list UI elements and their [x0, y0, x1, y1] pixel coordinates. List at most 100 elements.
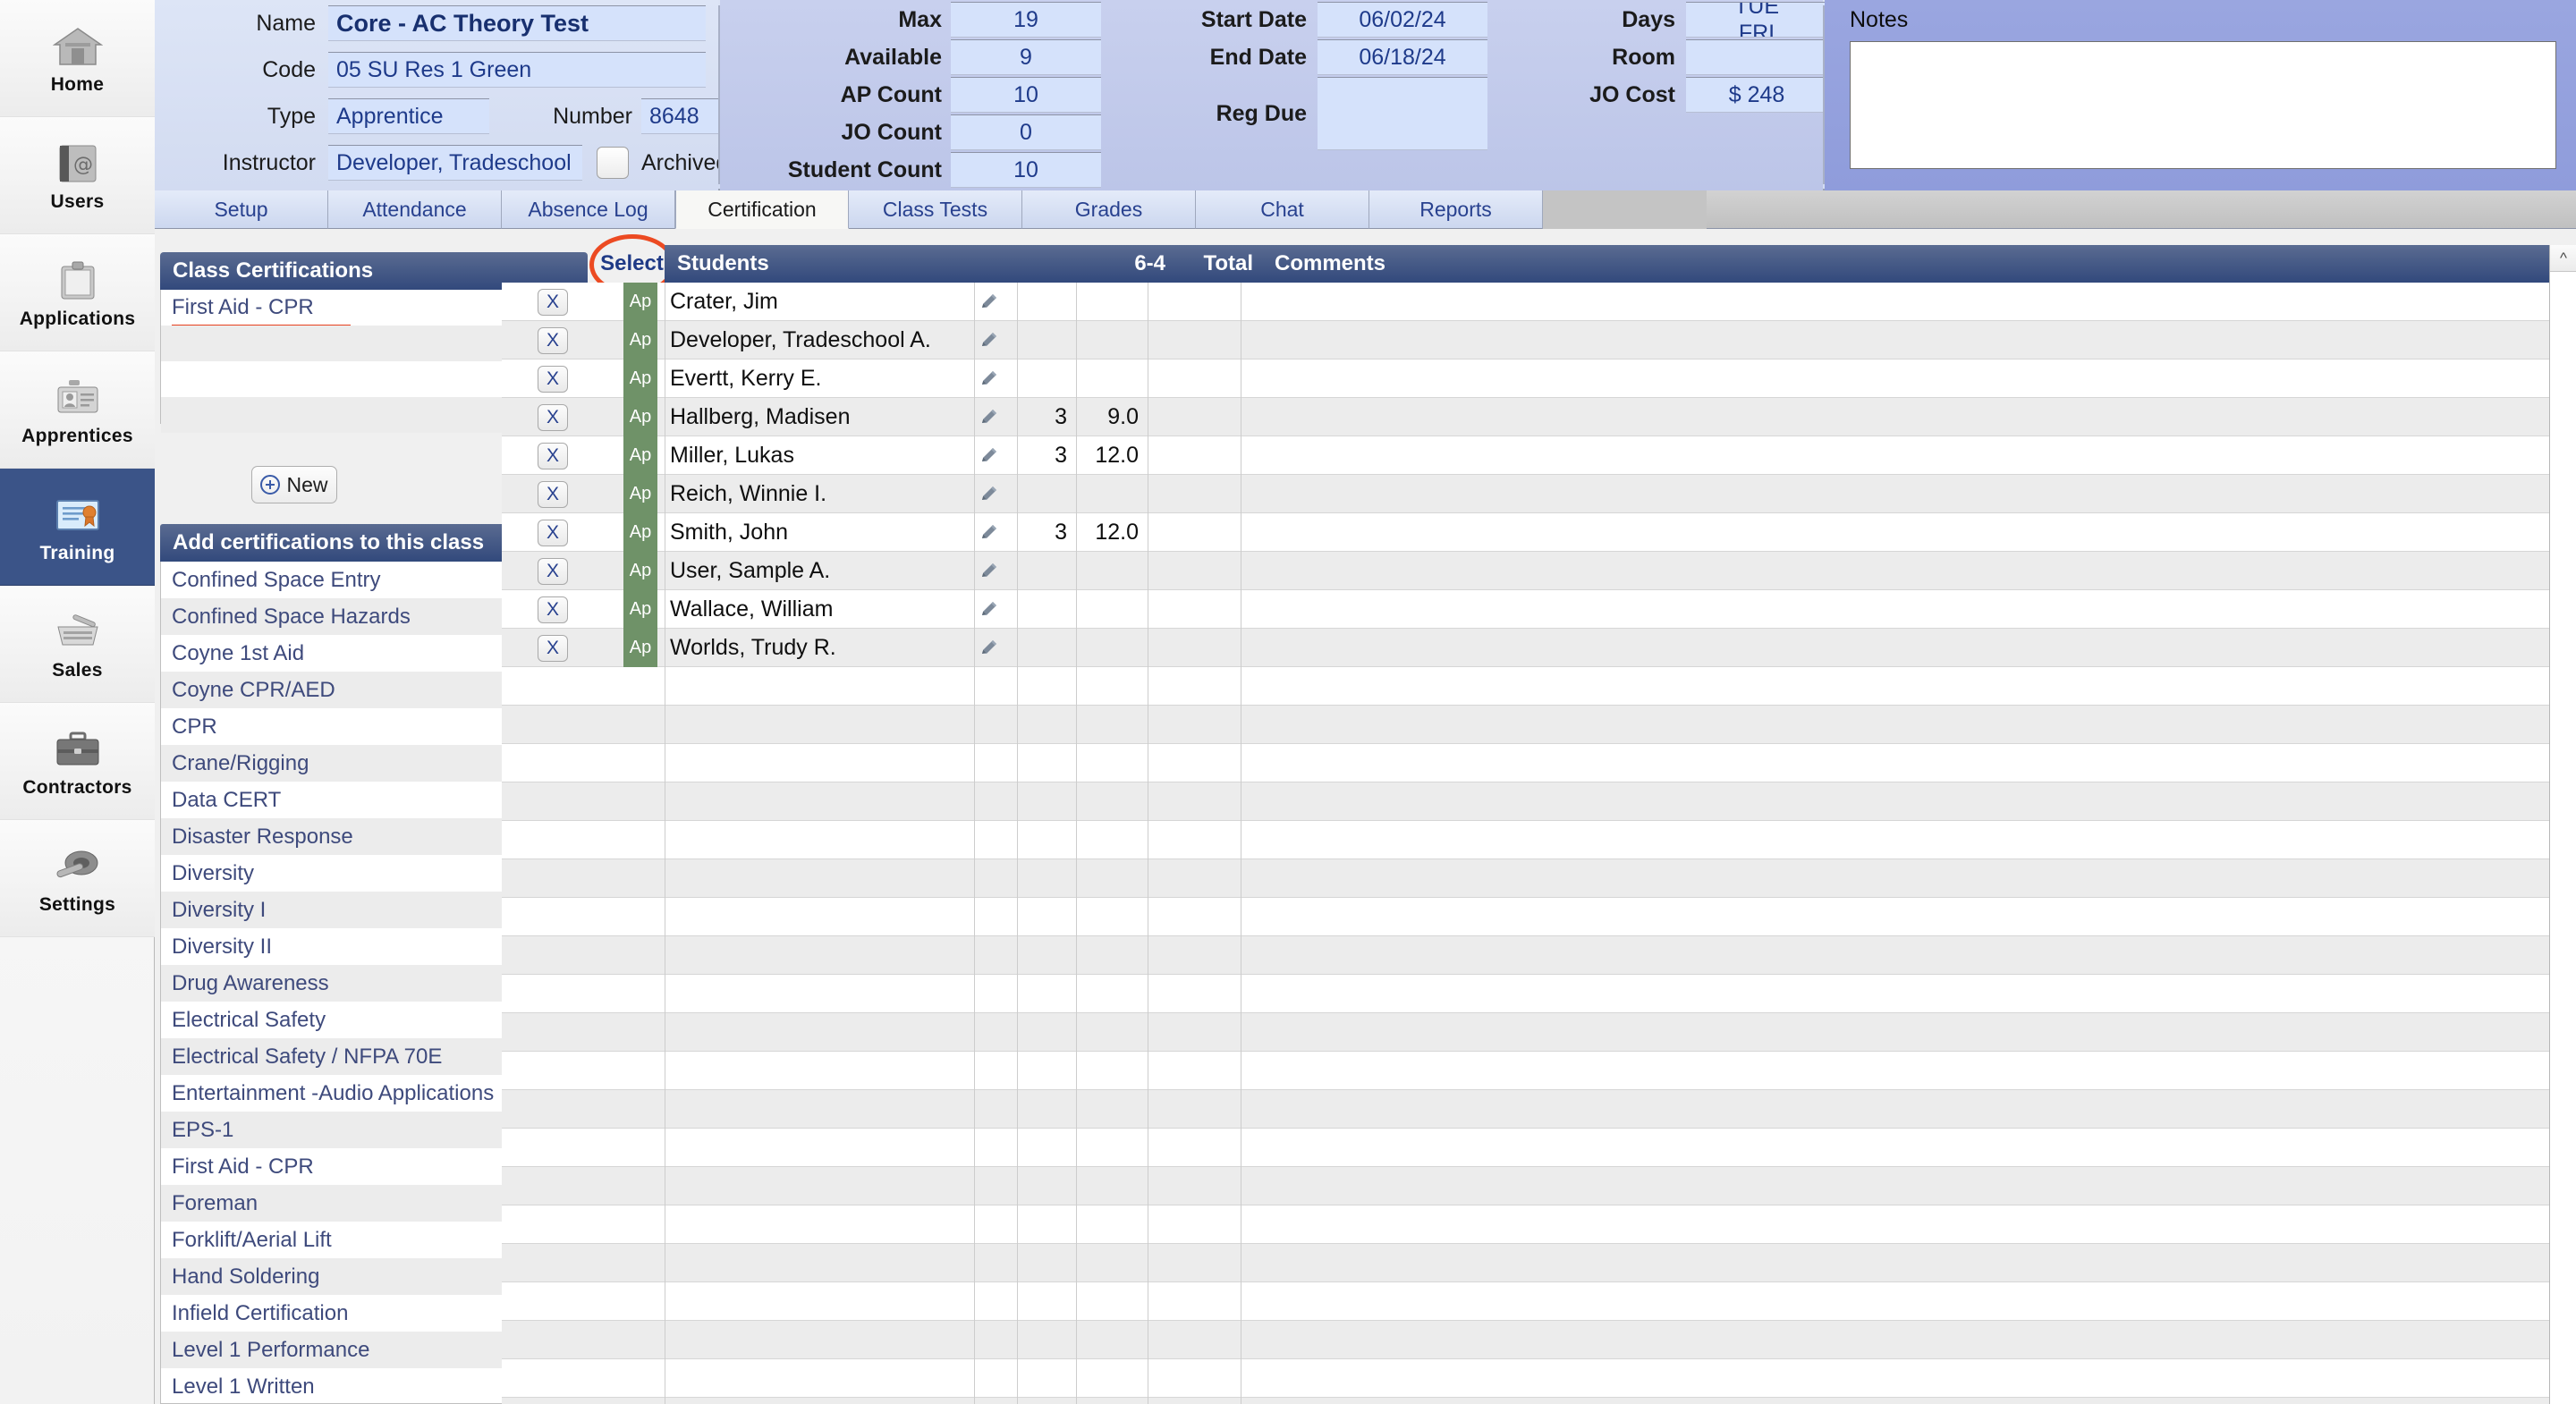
table-row[interactable] — [502, 821, 2572, 859]
sidebar-item-settings[interactable]: Settings — [0, 820, 155, 937]
list-item[interactable]: EPS-1 — [161, 1112, 560, 1148]
edit-pencil-icon[interactable] — [979, 521, 1001, 543]
list-item[interactable] — [161, 361, 560, 397]
table-row[interactable] — [502, 1129, 2572, 1167]
type-field[interactable]: Apprentice — [328, 98, 489, 134]
remove-student-button[interactable]: X — [538, 635, 568, 662]
code-field[interactable]: 05 SU Res 1 Green — [328, 52, 706, 88]
table-row[interactable]: X Ap Hallberg, Madisen 3 9.0 — [502, 398, 2572, 436]
start-date-field[interactable]: 06/02/24 — [1318, 2, 1487, 38]
table-row[interactable] — [502, 1090, 2572, 1129]
table-row[interactable] — [502, 782, 2572, 821]
scroll-up-icon[interactable]: ^ — [2550, 245, 2576, 272]
tab-grades[interactable]: Grades — [1022, 190, 1196, 229]
list-item[interactable]: Hand Soldering — [161, 1258, 560, 1295]
tab-attendance[interactable]: Attendance — [328, 190, 502, 229]
list-item[interactable]: Infield Certification — [161, 1295, 560, 1332]
edit-pencil-icon[interactable] — [979, 560, 1001, 581]
remove-student-button[interactable]: X — [538, 443, 568, 469]
list-item[interactable]: Drug Awareness — [161, 965, 560, 1002]
sidebar-item-applications[interactable]: Applications — [0, 234, 155, 351]
list-item[interactable]: Confined Space Hazards — [161, 598, 560, 635]
table-row[interactable]: X Ap Crater, Jim — [502, 283, 2572, 321]
list-item[interactable]: Coyne 1st Aid — [161, 635, 560, 672]
max-field[interactable]: 19 — [951, 2, 1101, 38]
remove-student-button[interactable]: X — [538, 366, 568, 393]
list-item[interactable]: First Aid - CPR — [161, 290, 560, 329]
remove-student-button[interactable]: X — [538, 327, 568, 354]
table-row[interactable] — [502, 1398, 2572, 1404]
sidebar-item-apprentices[interactable]: Apprentices — [0, 351, 155, 469]
edit-pencil-icon[interactable] — [979, 598, 1001, 620]
list-item[interactable]: Crane/Rigging — [161, 745, 560, 782]
list-item[interactable]: Forklift/Aerial Lift — [161, 1222, 560, 1258]
list-item[interactable]: Level 1 Performance — [161, 1332, 560, 1368]
list-item[interactable]: Data CERT — [161, 782, 560, 818]
sidebar-item-users[interactable]: @ Users — [0, 117, 155, 234]
remove-student-button[interactable]: X — [538, 289, 568, 316]
archived-checkbox[interactable] — [597, 147, 629, 179]
table-row[interactable]: X Ap Smith, John 3 12.0 — [502, 513, 2572, 552]
table-row[interactable]: X Ap Reich, Winnie I. — [502, 475, 2572, 513]
list-item[interactable] — [161, 397, 560, 433]
sidebar-item-home[interactable]: Home — [0, 0, 155, 117]
ap-count-field[interactable]: 10 — [951, 77, 1101, 113]
table-row[interactable]: X Ap Wallace, William — [502, 590, 2572, 629]
table-row[interactable]: X Ap User, Sample A. — [502, 552, 2572, 590]
list-item[interactable]: Diversity — [161, 855, 560, 892]
table-row[interactable] — [502, 1321, 2572, 1359]
edit-pencil-icon[interactable] — [979, 329, 1001, 351]
table-row[interactable]: X Ap Miller, Lukas 3 12.0 — [502, 436, 2572, 475]
instructor-field[interactable]: Developer, Tradeschool — [328, 145, 582, 181]
table-row[interactable]: X Ap Developer, Tradeschool A. — [502, 321, 2572, 359]
remove-student-button[interactable]: X — [538, 558, 568, 585]
edit-pencil-icon[interactable] — [979, 368, 1001, 389]
table-row[interactable] — [502, 744, 2572, 782]
remove-student-button[interactable]: X — [538, 520, 568, 546]
tab-setup[interactable]: Setup — [155, 190, 328, 229]
list-item[interactable]: Level 1 Written — [161, 1368, 560, 1403]
name-field[interactable]: Core - AC Theory Test — [328, 5, 706, 41]
tab-class-tests[interactable]: Class Tests — [849, 190, 1022, 229]
list-item[interactable]: Entertainment -Audio Applications — [161, 1075, 560, 1112]
list-item[interactable]: Foreman — [161, 1185, 560, 1222]
students-table-scrollbar[interactable]: ^ — [2549, 245, 2576, 1404]
table-row[interactable] — [502, 1282, 2572, 1321]
end-date-field[interactable]: 06/18/24 — [1318, 39, 1487, 75]
edit-pencil-icon[interactable] — [979, 291, 1001, 312]
edit-pencil-icon[interactable] — [979, 483, 1001, 504]
table-row[interactable] — [502, 1359, 2572, 1398]
jo-count-field[interactable]: 0 — [951, 114, 1101, 150]
tab-certification[interactable]: Certification — [675, 190, 849, 229]
room-field[interactable] — [1686, 39, 1827, 75]
student-count-field[interactable]: 10 — [951, 152, 1101, 188]
table-row[interactable] — [502, 975, 2572, 1013]
jo-cost-field[interactable]: $ 248 — [1686, 77, 1827, 113]
list-item[interactable]: First Aid - CPR — [161, 1148, 560, 1185]
sidebar-item-sales[interactable]: Sales — [0, 586, 155, 703]
table-row[interactable] — [502, 1052, 2572, 1090]
remove-student-button[interactable]: X — [538, 481, 568, 508]
list-item[interactable]: Confined Space Entry — [161, 562, 560, 598]
list-item[interactable]: Coyne CPR/AED — [161, 672, 560, 708]
table-row[interactable]: X Ap Evertt, Kerry E. — [502, 359, 2572, 398]
sidebar-item-training[interactable]: Training — [0, 469, 155, 586]
table-row[interactable]: X Ap Worlds, Trudy R. — [502, 629, 2572, 667]
tab-chat[interactable]: Chat — [1196, 190, 1369, 229]
table-row[interactable] — [502, 859, 2572, 898]
reg-due-field[interactable] — [1318, 77, 1487, 150]
remove-student-button[interactable]: X — [538, 404, 568, 431]
new-certification-button[interactable]: New — [251, 466, 337, 503]
table-row[interactable] — [502, 1167, 2572, 1205]
tab-absence-log[interactable]: Absence Log — [502, 190, 675, 229]
edit-pencil-icon[interactable] — [979, 406, 1001, 427]
table-row[interactable] — [502, 1205, 2572, 1244]
edit-pencil-icon[interactable] — [979, 444, 1001, 466]
remove-student-button[interactable]: X — [538, 596, 568, 623]
list-item[interactable]: Electrical Safety / NFPA 70E — [161, 1038, 560, 1075]
table-row[interactable] — [502, 936, 2572, 975]
sidebar-item-contractors[interactable]: Contractors — [0, 703, 155, 820]
list-item[interactable]: Disaster Response — [161, 818, 560, 855]
edit-pencil-icon[interactable] — [979, 637, 1001, 658]
tab-reports[interactable]: Reports — [1369, 190, 1543, 229]
